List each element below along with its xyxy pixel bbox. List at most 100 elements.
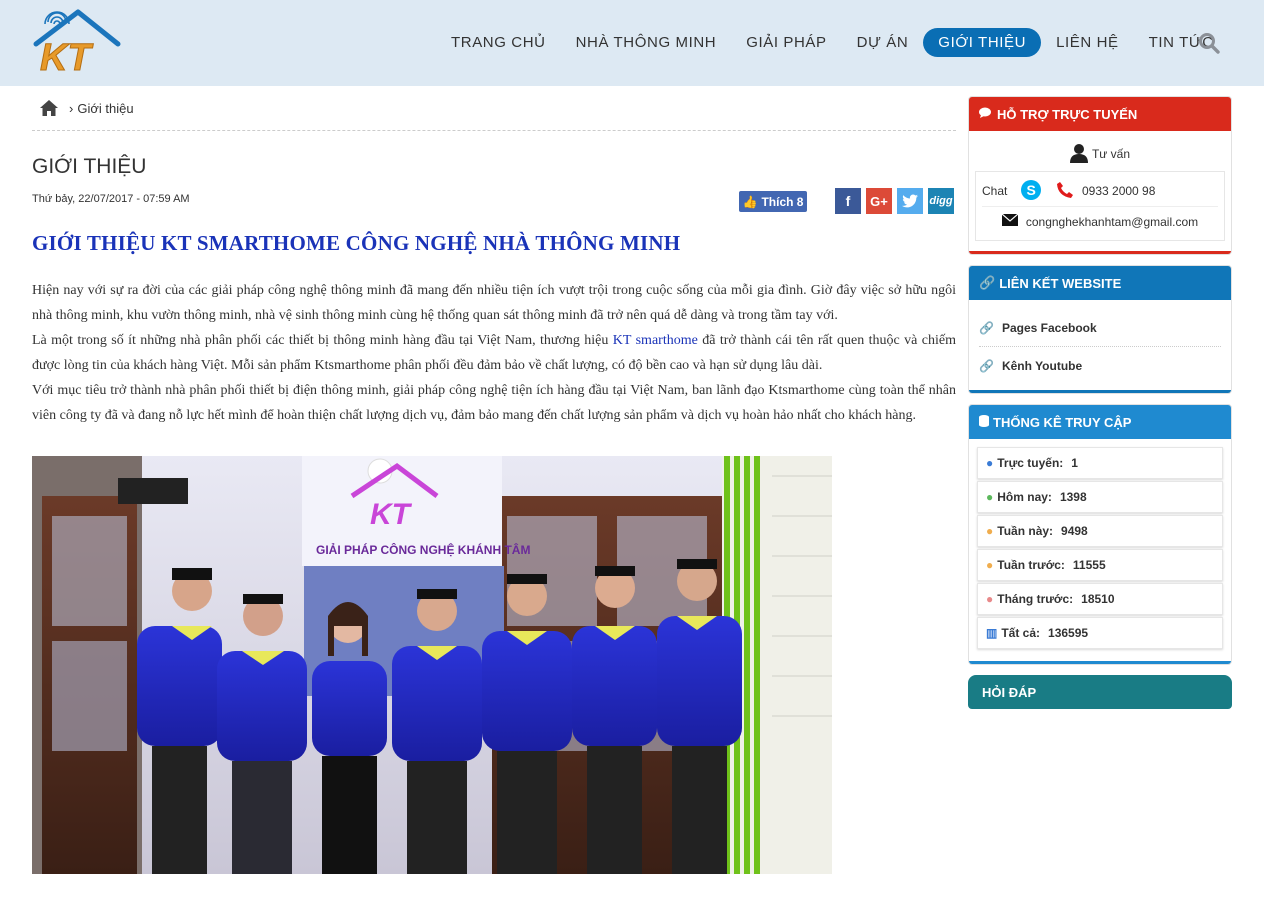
site-header: KT TRANG CHỦ NHÀ THÔNG MINH GIẢI PHÁP DỰ… [0, 0, 1264, 86]
paragraph-text: Là một trong số ít những nhà phân phối c… [32, 333, 613, 348]
stat-value: 1 [1071, 456, 1078, 470]
nav-item-nha-thong-minh[interactable]: NHÀ THÔNG MINH [561, 28, 732, 57]
stat-label: Hôm nay: [997, 490, 1052, 504]
facebook-icon[interactable]: f [835, 188, 861, 214]
stat-today: ● Hôm nay: 1398 [977, 481, 1223, 513]
svg-text:S: S [1027, 182, 1036, 198]
links-list: 🔗 Pages Facebook 🔗 Kênh Youtube [969, 300, 1231, 390]
user-orange-icon: ● [986, 524, 994, 538]
stat-label: Tuần này: [997, 524, 1054, 538]
panel-underline [969, 390, 1231, 393]
globe-icon: ● [986, 456, 994, 470]
nav-item-trang-chu[interactable]: TRANG CHỦ [436, 28, 561, 57]
photo-sign: GIẢI PHÁP CÔNG NGHỆ KHÁNH TÂM [316, 542, 530, 557]
phone-number[interactable]: 0933 2000 98 [1082, 184, 1155, 198]
panel-underline [969, 661, 1231, 664]
stat-last-week: ● Tuần trước: 11555 [977, 549, 1223, 581]
article-paragraph-1: Hiện nay với sự ra đời của các giải pháp… [32, 283, 956, 323]
user-green-icon: ● [986, 490, 994, 504]
stat-value: 9498 [1061, 524, 1088, 538]
logo-text: KT [40, 37, 93, 78]
stat-label: Tất cả: [1001, 626, 1041, 640]
contact-box: Chat S 0933 2000 98 congnghekhanhtam@gma… [975, 171, 1225, 241]
stat-online: ● Trực tuyến: 1 [977, 447, 1223, 479]
links-panel-title: LIÊN KẾT WEBSITE [999, 275, 1122, 291]
chart-icon: ▥ [986, 626, 998, 640]
sidebar: HỖ TRỢ TRỰC TUYẾN Tư vấn Chat S 0933 200… [968, 96, 1232, 719]
nav-item-gioi-thieu[interactable]: GIỚI THIỆU [923, 28, 1042, 57]
team-photo: KT GIẢI PHÁP CÔNG NGHỆ KHÁNH TÂM [32, 456, 832, 874]
breadcrumb: › Giới thiệu [32, 86, 956, 131]
article-title: GIỚI THIỆU KT SMARTHOME CÔNG NGHỆ NHÀ TH… [32, 231, 681, 255]
stats-panel-header: THỐNG KÊ TRUY CẬP [969, 405, 1231, 439]
search-icon[interactable] [1198, 32, 1220, 54]
page-title: GIỚI THIỆU [32, 155, 147, 178]
article-body: Hiện nay với sự ra đời của các giải pháp… [32, 278, 956, 428]
user-pink-icon: ● [986, 592, 994, 606]
main-nav: TRANG CHỦ NHÀ THÔNG MINH GIẢI PHÁP DỰ ÁN… [436, 28, 1229, 57]
link-item-youtube[interactable]: 🔗 Kênh Youtube [979, 347, 1221, 384]
stat-label: Tuần trước: [997, 558, 1065, 572]
stat-value: 18510 [1081, 592, 1115, 606]
panel-underline [969, 251, 1231, 254]
faq-panel-title: HỎI ĐÁP [982, 684, 1037, 700]
consultant-row: Tư vấn [975, 141, 1225, 167]
stat-this-week: ● Tuần này: 9498 [977, 515, 1223, 547]
home-icon[interactable] [39, 99, 59, 117]
photo-logo: KT [370, 498, 413, 531]
link-icon: 🔗 [979, 358, 994, 373]
link-label: Pages Facebook [1001, 321, 1097, 335]
phone-icon[interactable] [1056, 181, 1074, 202]
stat-value: 1398 [1059, 490, 1087, 504]
support-body: Tư vấn Chat S 0933 2000 98 congnghekhanh… [969, 131, 1231, 251]
user-icon [1069, 143, 1088, 166]
like-label: Thích 8 [761, 194, 804, 209]
links-panel: 🔗 LIÊN KẾT WEBSITE 🔗 Pages Facebook 🔗 Kê… [968, 265, 1232, 394]
nav-item-giai-phap[interactable]: GIẢI PHÁP [731, 28, 841, 57]
support-panel-title: HỖ TRỢ TRỰC TUYẾN [997, 106, 1138, 122]
facebook-like-button[interactable]: 👍 Thích 8 [739, 191, 807, 212]
nav-item-lien-he[interactable]: LIÊN HỆ [1041, 28, 1134, 57]
article-paragraph-2: Là một trong số ít những nhà phân phối c… [32, 328, 956, 378]
contact-row-phone: Chat S 0933 2000 98 [982, 176, 1218, 206]
stat-label: Tháng trước: [997, 592, 1074, 606]
article-paragraph-3: Với mục tiêu trở thành nhà phân phối thi… [32, 383, 956, 423]
link-icon: 🔗 [979, 321, 994, 335]
link-icon: 🔗 [979, 275, 996, 290]
envelope-icon [1001, 213, 1019, 229]
digg-icon[interactable]: digg [928, 188, 954, 214]
support-panel-header: HỖ TRỢ TRỰC TUYẾN [969, 97, 1231, 131]
links-panel-header: 🔗 LIÊN KẾT WEBSITE [969, 266, 1231, 300]
stat-last-month: ● Tháng trước: 18510 [977, 583, 1223, 615]
faq-panel: HỎI ĐÁP [968, 675, 1232, 709]
twitter-icon[interactable] [897, 188, 923, 214]
breadcrumb-current[interactable]: Giới thiệu [77, 101, 133, 116]
support-panel: HỖ TRỢ TRỰC TUYẾN Tư vấn Chat S 0933 200… [968, 96, 1232, 255]
stats-list: ● Trực tuyến: 1 ● Hôm nay: 1398 ● Tuần này: 94… [969, 439, 1231, 661]
stat-label: Trực tuyến: [997, 456, 1064, 470]
thumbs-up-icon: 👍 [742, 194, 758, 209]
skype-icon[interactable]: S [1020, 179, 1042, 204]
link-item-facebook[interactable]: 🔗 Pages Facebook [979, 310, 1221, 347]
stat-value: 11555 [1072, 558, 1106, 572]
breadcrumb-separator: › [69, 100, 74, 116]
consultant-label: Tư vấn [1091, 147, 1131, 161]
stat-value: 136595 [1048, 626, 1089, 640]
nav-item-du-an[interactable]: DỰ ÁN [842, 28, 924, 57]
stat-total: ▥ Tất cả: 136595 [977, 617, 1223, 649]
stats-panel: THỐNG KÊ TRUY CẬP ● Trực tuyến: 1 ● Hôm nay… [968, 404, 1232, 665]
article-date: Thứ bảy, 22/07/2017 - 07:59 AM [32, 193, 190, 205]
kt-smarthome-link[interactable]: KT smarthome [613, 333, 698, 348]
site-logo[interactable]: KT [32, 6, 122, 80]
email-address[interactable]: congnghekhanhtam@gmail.com [1026, 215, 1198, 229]
database-icon [979, 414, 989, 430]
contact-row-email: congnghekhanhtam@gmail.com [982, 206, 1218, 236]
stats-panel-title: THỐNG KÊ TRUY CẬP [993, 414, 1132, 430]
chat-bubble-icon [979, 107, 993, 122]
google-plus-icon[interactable]: G+ [866, 188, 892, 214]
user-orange-icon: ● [986, 558, 994, 572]
article-meta: Thứ bảy, 22/07/2017 - 07:59 AM 👍 Thích 8… [32, 179, 956, 219]
link-label: Kênh Youtube [1001, 358, 1083, 373]
faq-panel-header[interactable]: HỎI ĐÁP [968, 675, 1232, 709]
chat-image-placeholder[interactable]: Chat [982, 185, 1012, 197]
